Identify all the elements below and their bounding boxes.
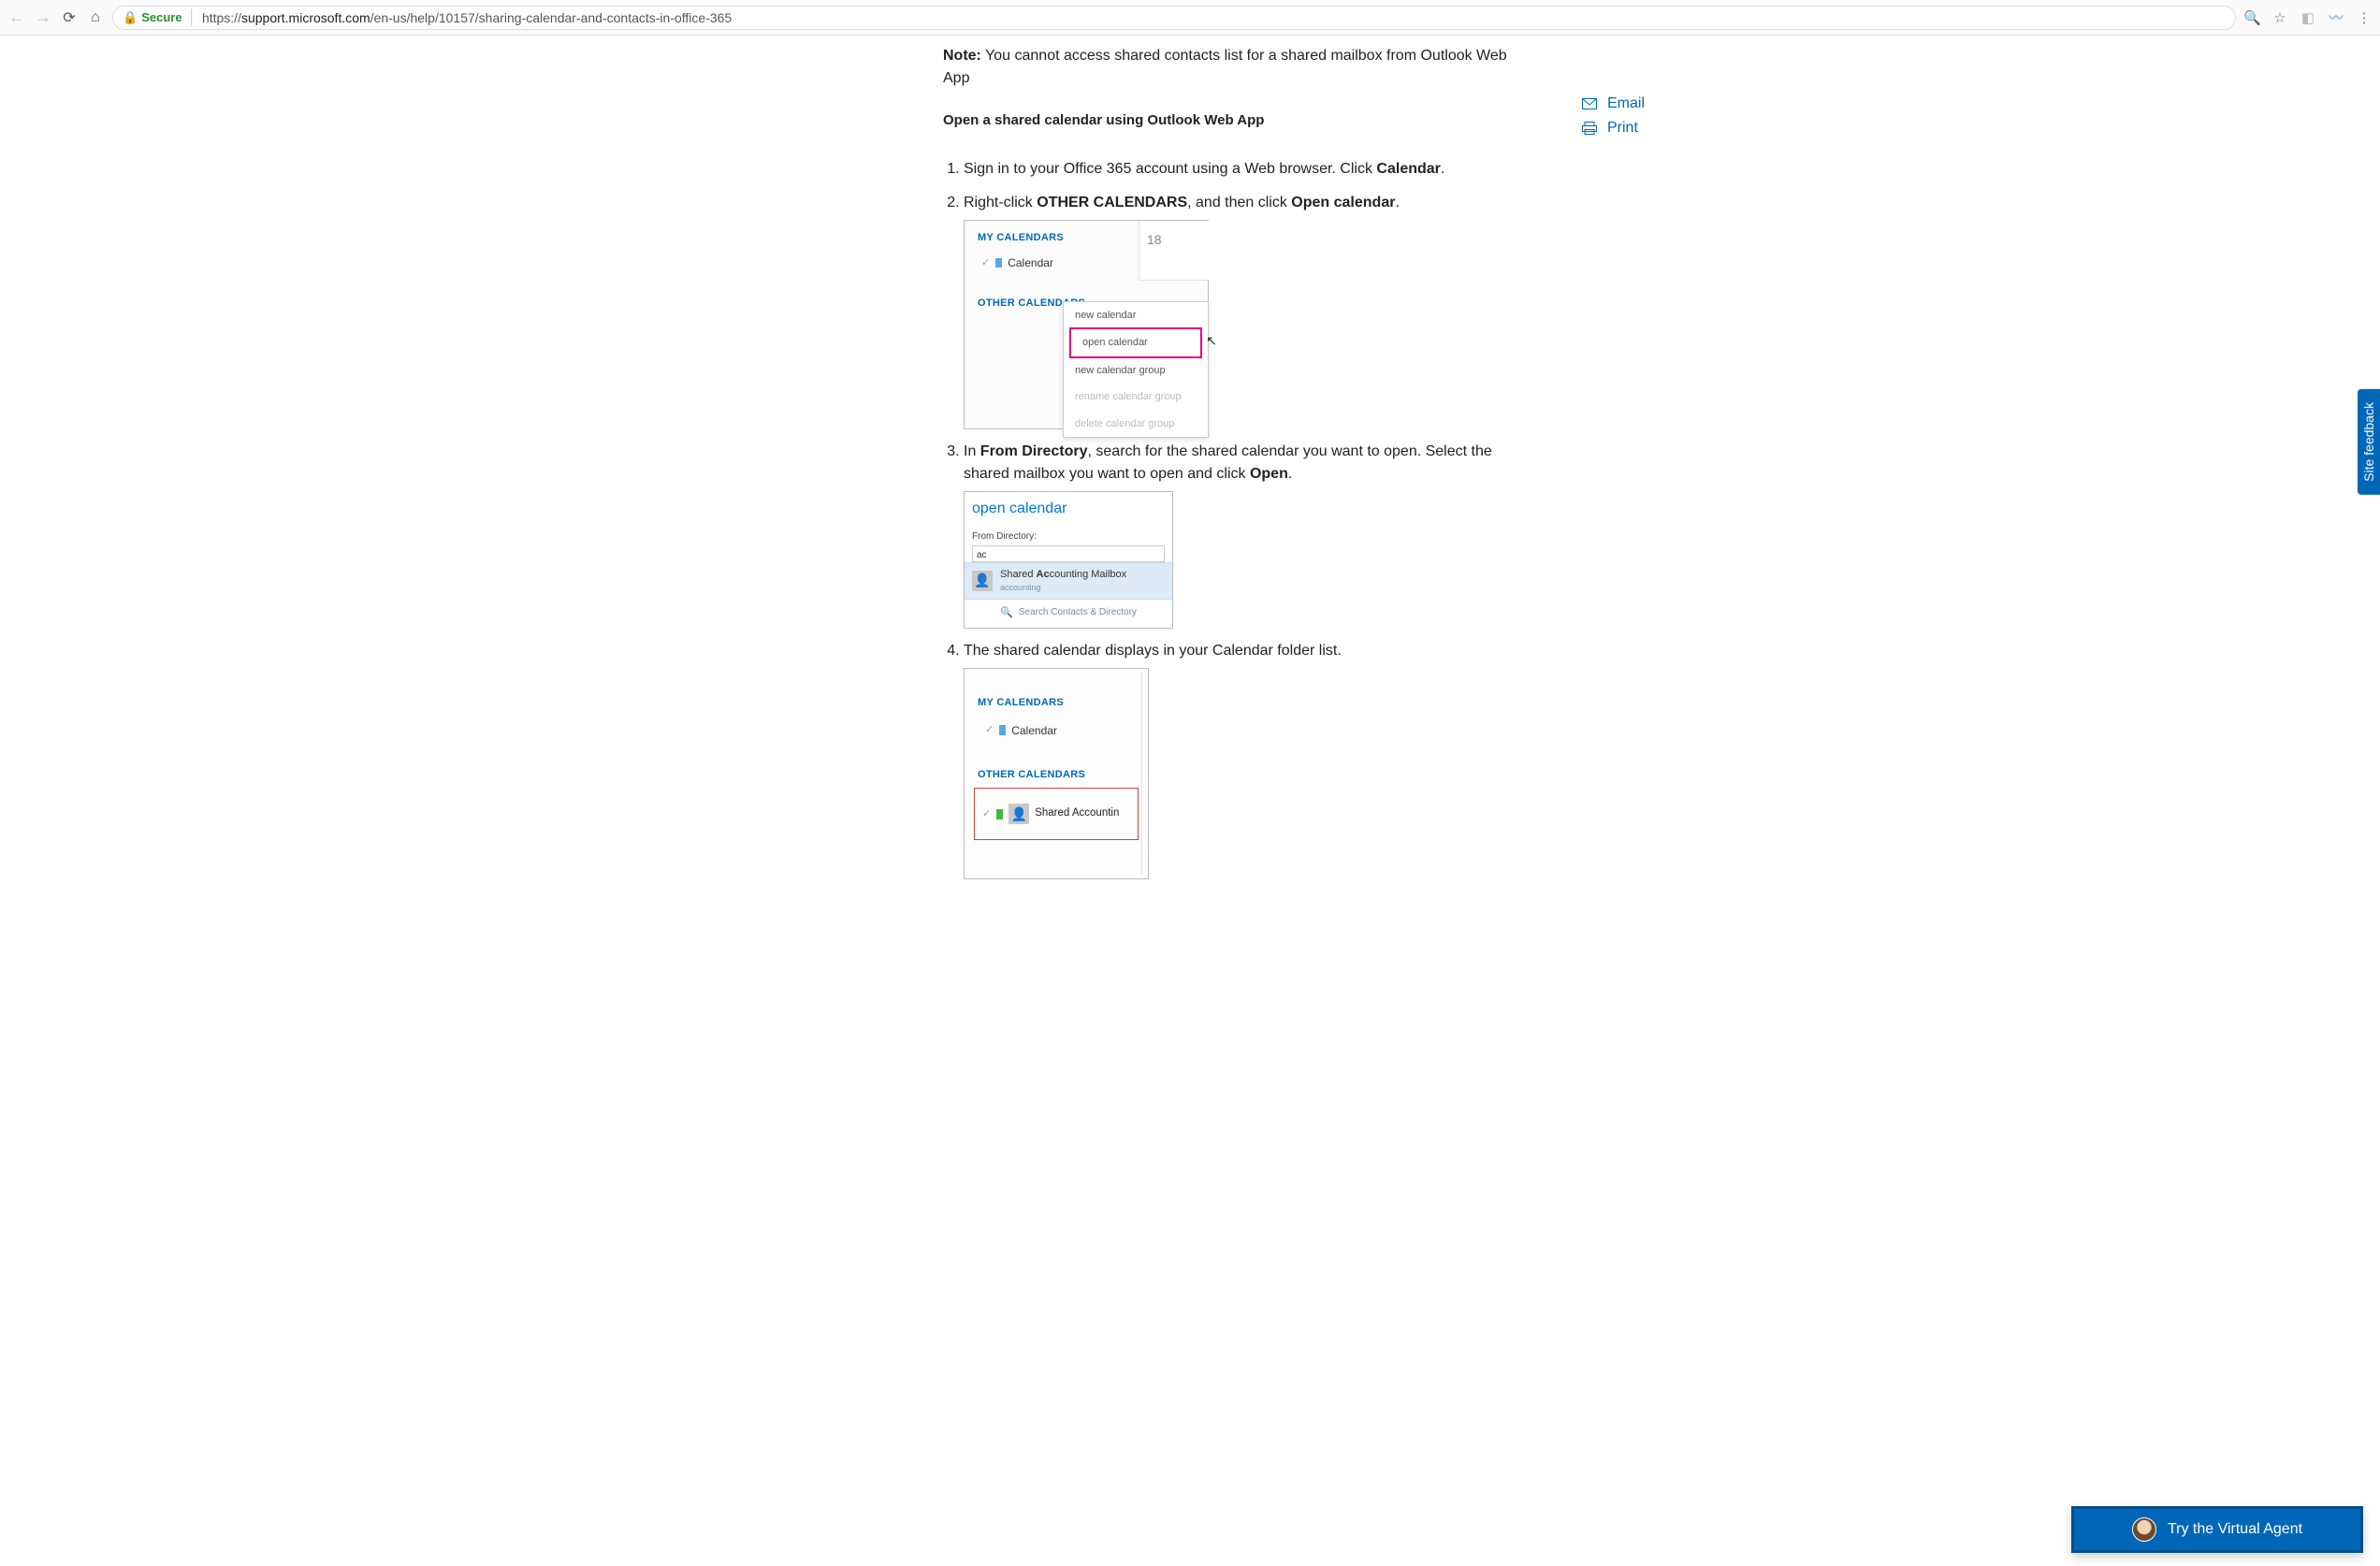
forward-button[interactable]: → [34, 8, 52, 27]
context-menu: new calendar open calendar ↖ new calenda… [1063, 301, 1209, 439]
print-label: Print [1607, 120, 1638, 137]
ctx-open-calendar[interactable]: open calendar ↖ [1069, 327, 1202, 358]
note-text: You cannot access shared contacts list f… [943, 48, 1507, 86]
search-contacts-label: Search Contacts & Directory [1019, 605, 1137, 619]
bookmark-star-icon[interactable]: ☆ [2271, 9, 2288, 26]
email-link[interactable]: Email [1581, 95, 1645, 112]
screenshot-folder-list: MY CALENDARS ✓ Calendar OTHER CALENDARS … [964, 668, 1149, 879]
extension-icon[interactable]: ◧ [2300, 9, 2316, 26]
screenshot-open-calendar-dialog: open calendar From Directory: ac 👤 Share… [964, 491, 1173, 630]
cursor-icon: ↖ [1206, 331, 1217, 351]
result-sub: accounting [1000, 582, 1126, 595]
url-text: https://support.microsoft.com/en-us/help… [202, 10, 732, 25]
step-4: The shared calendar displays in your Cal… [964, 640, 1523, 879]
address-bar[interactable]: 🔒 Secure │ https://support.microsoft.com… [112, 6, 2236, 30]
from-directory-label: From Directory: [965, 529, 1172, 545]
browser-toolbar: ← → ⟳ ⌂ 🔒 Secure │ https://support.micro… [0, 0, 2380, 36]
search-result-row[interactable]: 👤 Shared Accounting Mailbox accounting [965, 562, 1172, 600]
ctx-new-calendar[interactable]: new calendar [1064, 302, 1208, 329]
lock-icon: 🔒 [123, 10, 138, 25]
color-swatch [995, 258, 1002, 268]
screenshot-context-menu: MY CALENDARS ✓ Calendar 18 OTHER CALENDA… [964, 220, 1209, 429]
home-button[interactable]: ⌂ [86, 8, 105, 27]
step-1: Sign in to your Office 365 account using… [964, 158, 1523, 181]
zoom-icon[interactable]: 🔍 [2243, 9, 2260, 26]
step-3: In From Directory, search for the shared… [964, 441, 1523, 630]
check-icon: ✓ [981, 255, 990, 271]
extension-icon-2[interactable]: 〰 [2328, 7, 2344, 27]
print-icon [1581, 120, 1598, 137]
secure-indicator: 🔒 Secure [123, 10, 182, 25]
ctx-new-group[interactable]: new calendar group [1064, 357, 1208, 384]
result-name: Shared Accounting Mailbox [1000, 567, 1126, 583]
directory-input[interactable]: ac [972, 545, 1165, 562]
virtual-agent-label: Try the Virtual Agent [2168, 1521, 2302, 1538]
site-feedback-tab[interactable]: Site feedback [2358, 389, 2380, 495]
step-2: Right-click OTHER CALENDARS, and then cl… [964, 192, 1523, 429]
print-link[interactable]: Print [1581, 120, 1645, 137]
article-actions: Email Print [1581, 95, 1645, 137]
avatar-icon: 👤 [972, 571, 993, 591]
secure-label: Secure [141, 10, 181, 24]
virtual-agent-avatar-icon [2132, 1517, 2156, 1542]
search-contacts-row[interactable]: 🔍 Search Contacts & Directory [965, 600, 1172, 627]
note-label: Note: [943, 48, 981, 64]
date-cell: 18 [1139, 221, 1210, 281]
email-label: Email [1607, 95, 1645, 112]
calendar-label: Calendar [1008, 254, 1053, 271]
ctx-rename-group: rename calendar group [1064, 384, 1208, 411]
back-button[interactable]: ← [7, 8, 26, 27]
search-icon: 🔍 [1000, 605, 1013, 621]
steps-list: Sign in to your Office 365 account using… [943, 158, 1523, 880]
menu-icon[interactable]: ⋮ [2356, 9, 2373, 26]
article-content: Note: You cannot access shared contacts … [943, 45, 1523, 879]
note-line: Note: You cannot access shared contacts … [943, 45, 1523, 90]
email-icon [1581, 95, 1598, 112]
virtual-agent-button[interactable]: Try the Virtual Agent [2071, 1506, 2363, 1553]
reload-button[interactable]: ⟳ [60, 8, 79, 27]
ctx-delete-group: delete calendar group [1064, 411, 1208, 438]
dialog-title: open calendar [965, 492, 1172, 529]
section-heading: Open a shared calendar using Outlook Web… [943, 110, 1523, 132]
